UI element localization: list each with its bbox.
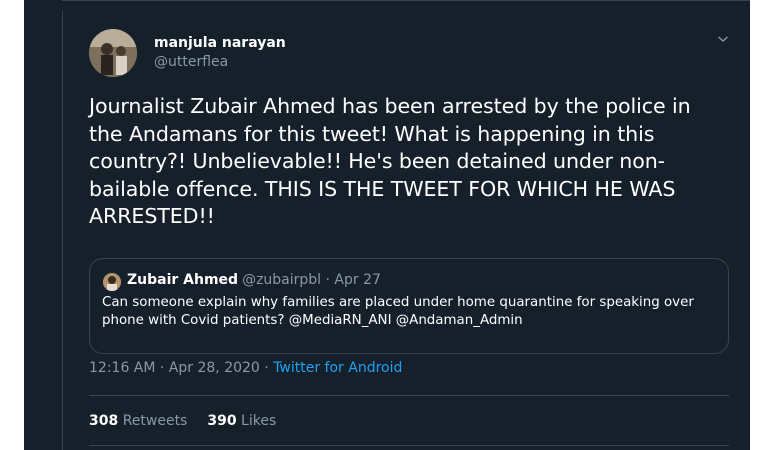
likes-stat[interactable]: 390 Likes — [207, 413, 276, 429]
likes-count: 390 — [207, 413, 237, 429]
tweet[interactable]: manjula narayan @utterflea Journalist Zu… — [62, 11, 751, 450]
retweets-count: 308 — [89, 413, 119, 429]
quoted-text: Can someone explain why families are pla… — [102, 295, 694, 328]
divider — [89, 395, 729, 396]
chevron-down-icon[interactable] — [715, 31, 731, 47]
meta-separator: · — [259, 360, 274, 376]
source-link[interactable]: Twitter for Android — [273, 360, 402, 376]
author-handle[interactable]: @utterflea — [154, 54, 228, 70]
timestamp[interactable]: 12:16 AM · Apr 28, 2020 — [89, 360, 260, 376]
likes-label: Likes — [241, 413, 277, 429]
tweet-text: Journalist Zubair Ahmed has been arreste… — [89, 94, 691, 228]
avatar[interactable] — [89, 29, 137, 77]
divider — [62, 0, 750, 1]
retweets-label: Retweets — [122, 413, 188, 429]
quoted-author-name: Zubair Ahmed — [127, 272, 239, 288]
quoted-tweet[interactable]: Zubair Ahmed @zubairpbl · Apr 27 Can some… — [89, 258, 729, 354]
quoted-avatar — [103, 273, 121, 291]
tweet-panel: manjula narayan @utterflea Journalist Zu… — [24, 0, 750, 450]
quoted-meta: @zubairpbl · Apr 27 — [242, 272, 381, 288]
retweets-stat[interactable]: 308 Retweets — [89, 413, 187, 429]
engagement-stats: 308 Retweets 390 Likes — [89, 413, 276, 429]
author-name[interactable]: manjula narayan — [154, 35, 286, 51]
tweet-meta: 12:16 AM · Apr 28, 2020 · Twitter for An… — [89, 360, 402, 376]
divider — [89, 445, 729, 446]
